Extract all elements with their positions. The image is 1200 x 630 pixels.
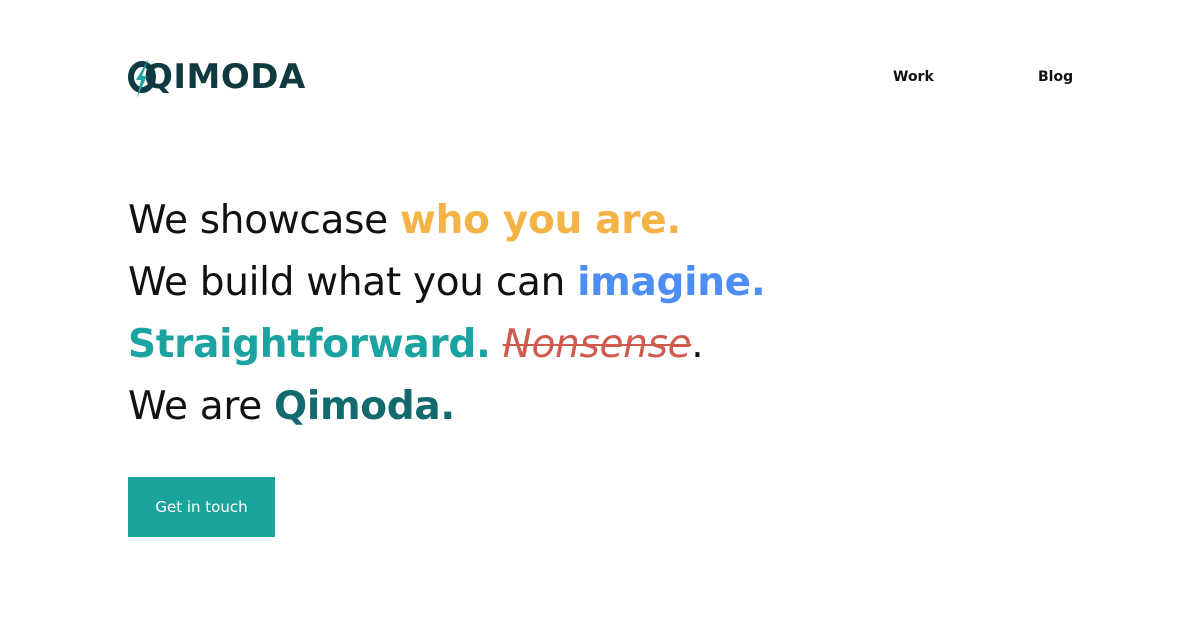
hero-line-2: We build what you can imagine. xyxy=(128,252,1128,314)
hero-line-3: Straightforward. Nonsense. xyxy=(128,314,1128,376)
hero-line-3-period: . xyxy=(691,322,704,367)
get-in-touch-button[interactable]: Get in touch xyxy=(128,477,275,537)
hero-line-4: We are Qimoda. xyxy=(128,376,1128,438)
hero-line-1-text: We showcase xyxy=(128,198,400,243)
hero-headline: We showcase who you are. We build what y… xyxy=(128,190,1128,438)
hero-line-3-strikethrough: Nonsense xyxy=(502,322,692,367)
hero-line-3-highlight: Straightforward. xyxy=(128,322,491,367)
hero-line-1-highlight: who you are. xyxy=(399,198,681,243)
hero-line-2-text: We build what you can xyxy=(128,260,578,305)
hero-line-1: We showcase who you are. xyxy=(128,190,1128,252)
main-nav: Work Blog xyxy=(0,66,1200,88)
nav-link-blog[interactable]: Blog xyxy=(1038,66,1073,88)
nav-link-work[interactable]: Work xyxy=(893,66,934,88)
hero-line-4-highlight: Qimoda. xyxy=(274,384,455,429)
hero-line-2-highlight: imagine. xyxy=(577,260,766,305)
hero-line-4-text: We are xyxy=(128,384,275,429)
